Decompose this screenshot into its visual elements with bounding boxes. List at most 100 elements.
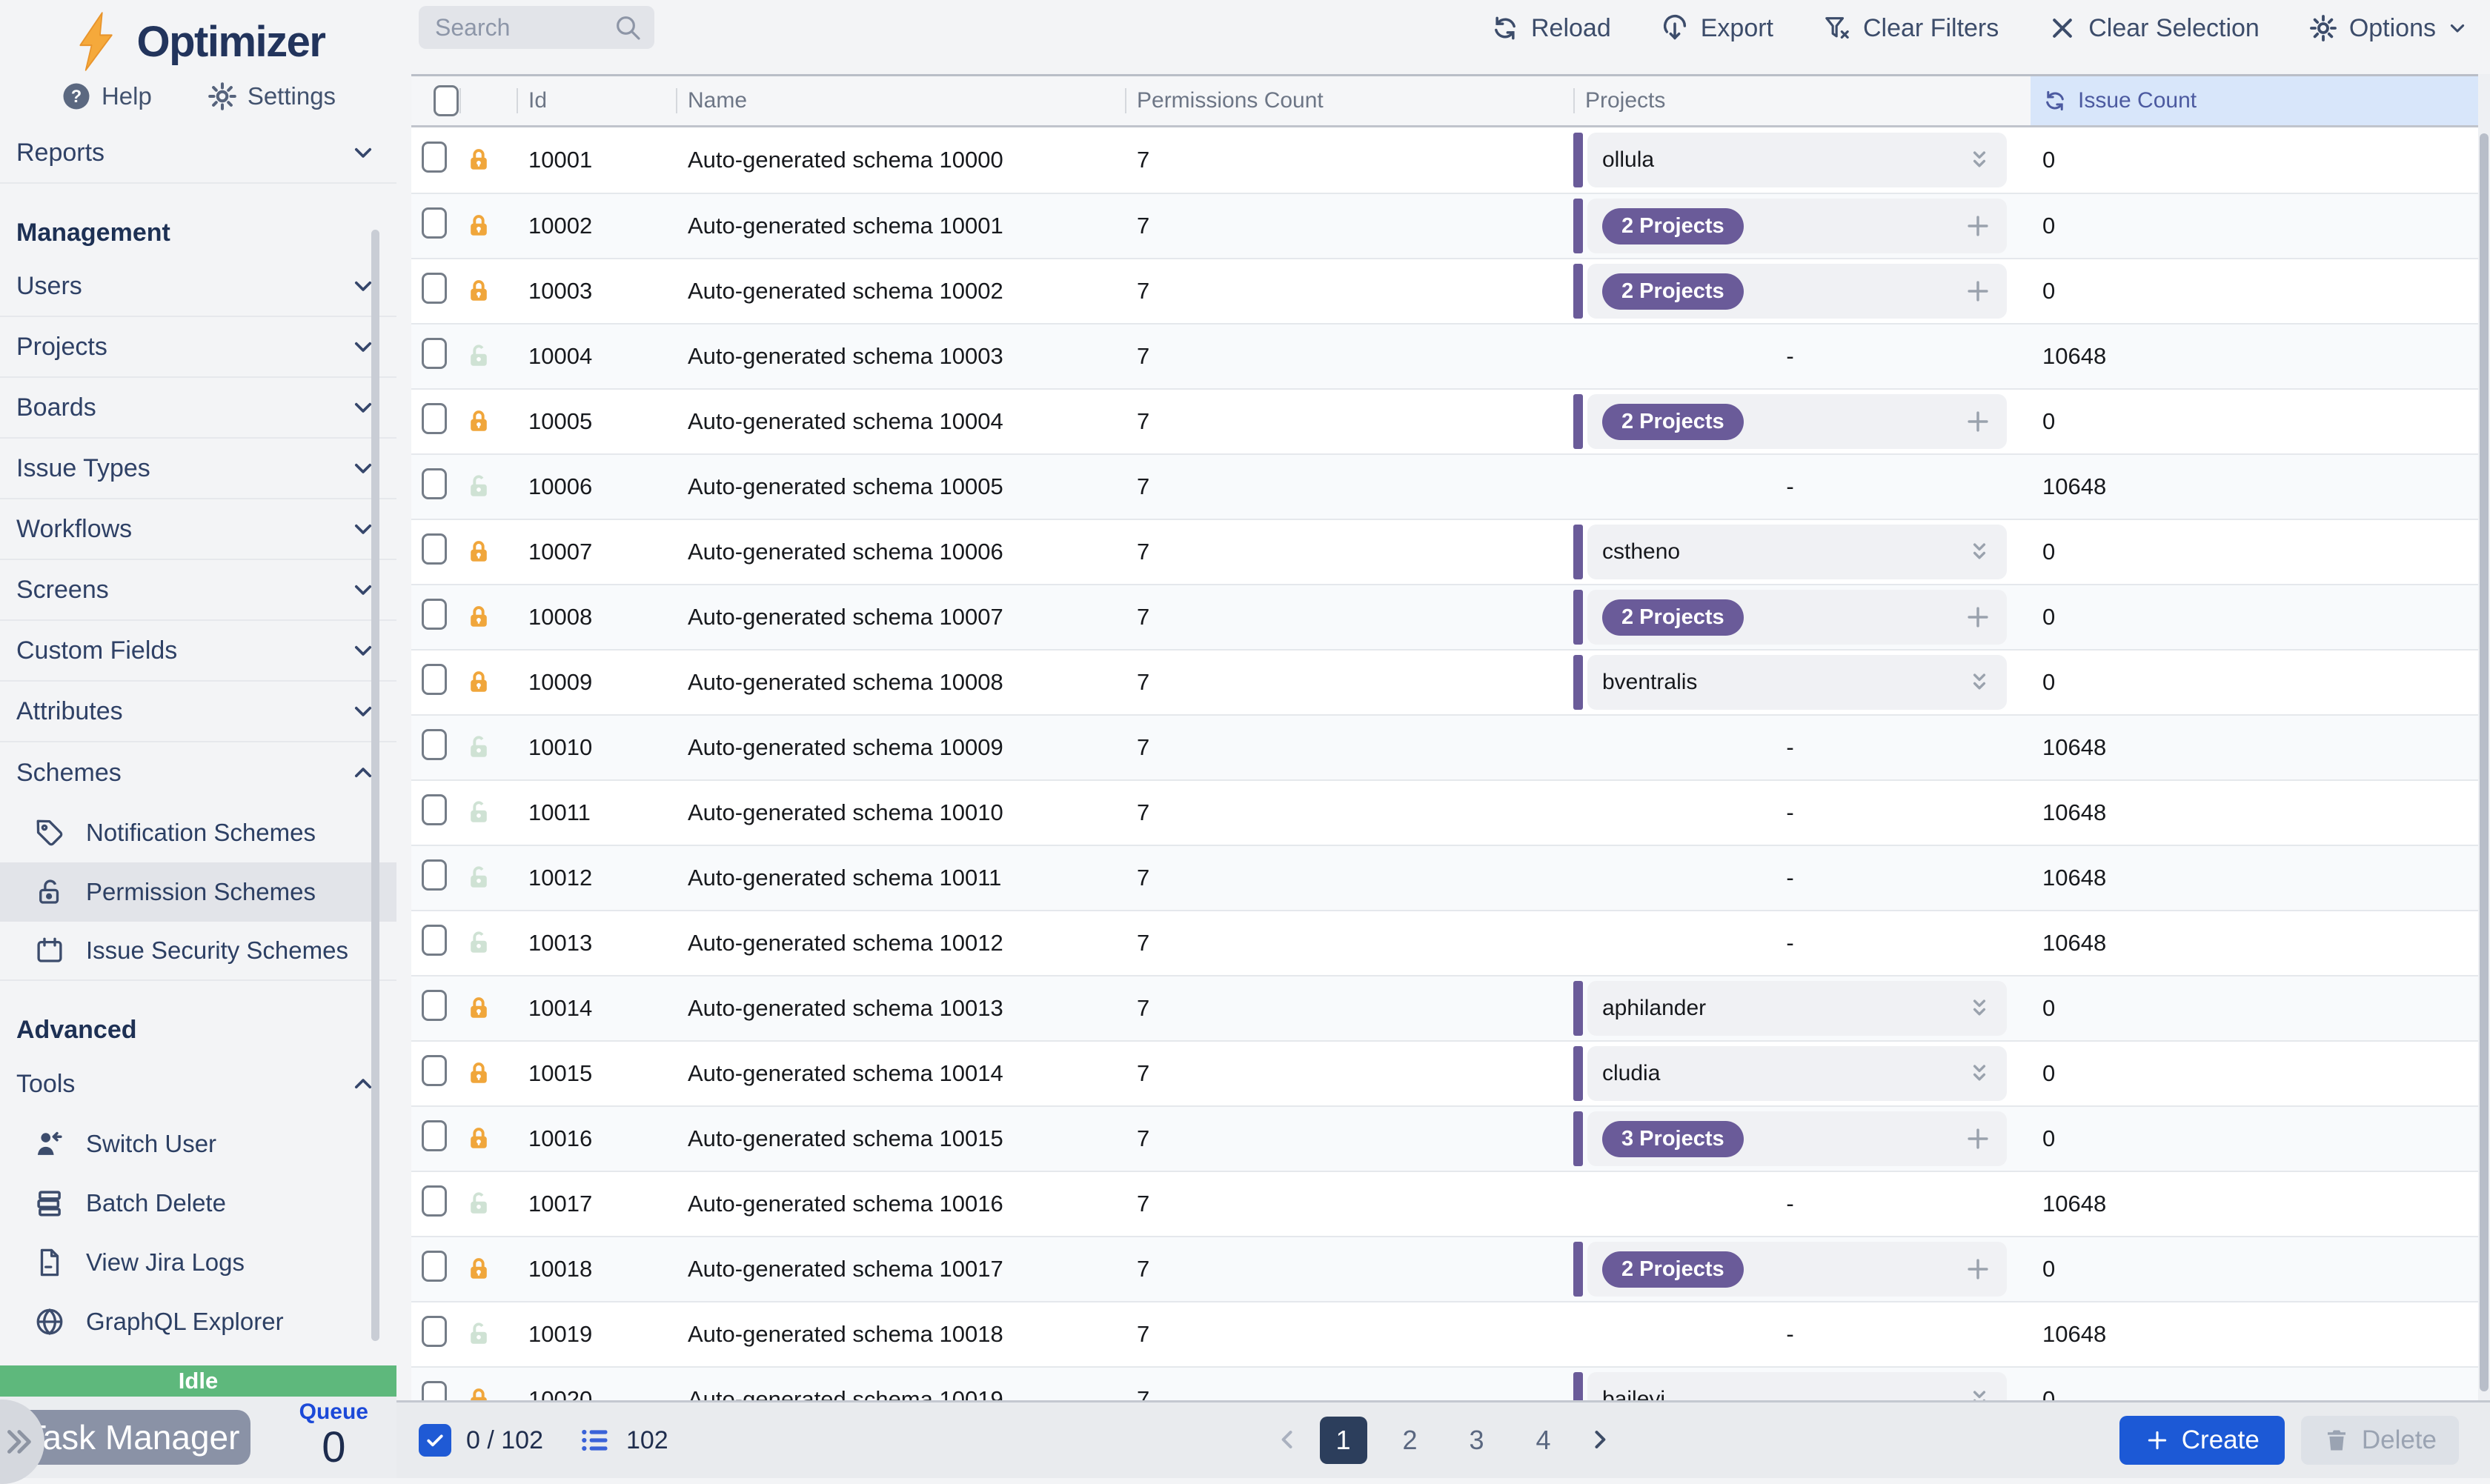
sidebar-item-view-jira-logs[interactable]: View Jira Logs xyxy=(0,1233,396,1292)
row-checkbox[interactable] xyxy=(422,990,447,1021)
header-issue-count[interactable]: Issue Count xyxy=(2031,76,2478,125)
table-row[interactable]: 10011 Auto-generated schema 10010 7 - 10… xyxy=(411,779,2478,845)
projects-count-badge[interactable]: 2 Projects xyxy=(1602,208,1744,244)
options-button[interactable]: Options xyxy=(2308,13,2468,43)
sidebar-item-users[interactable]: Users xyxy=(0,256,396,317)
row-checkbox[interactable] xyxy=(422,403,447,434)
row-checkbox[interactable] xyxy=(422,142,447,173)
sidebar-scrollbar[interactable] xyxy=(371,230,379,1341)
table-row[interactable]: 10020 Auto-generated schema 10019 7 bail… xyxy=(411,1366,2478,1400)
row-checkbox[interactable] xyxy=(422,1120,447,1151)
table-row[interactable]: 10010 Auto-generated schema 10009 7 - 10… xyxy=(411,714,2478,779)
table-row[interactable]: 10017 Auto-generated schema 10016 7 - 10… xyxy=(411,1171,2478,1236)
add-project-icon[interactable] xyxy=(1964,277,1992,305)
table-row[interactable]: 10019 Auto-generated schema 10018 7 - 10… xyxy=(411,1301,2478,1366)
add-project-icon[interactable] xyxy=(1964,212,1992,240)
row-checkbox[interactable] xyxy=(422,1055,447,1086)
add-project-icon[interactable] xyxy=(1964,407,1992,436)
clear-selection-button[interactable]: Clear Selection xyxy=(2048,13,2260,43)
row-checkbox[interactable] xyxy=(422,1316,447,1347)
sidebar-item-screens[interactable]: Screens xyxy=(0,560,396,621)
create-button[interactable]: Create xyxy=(2119,1416,2285,1465)
table-row[interactable]: 10005 Auto-generated schema 10004 7 2 Pr… xyxy=(411,388,2478,453)
table-scrollbar[interactable] xyxy=(2478,74,2490,1400)
row-checkbox[interactable] xyxy=(422,925,447,956)
sidebar-item-projects[interactable]: Projects xyxy=(0,317,396,378)
add-project-icon[interactable] xyxy=(1964,1255,1992,1283)
table-row[interactable]: 10008 Auto-generated schema 10007 7 2 Pr… xyxy=(411,584,2478,649)
table-row[interactable]: 10006 Auto-generated schema 10005 7 - 10… xyxy=(411,453,2478,519)
search-input[interactable] xyxy=(419,14,613,41)
table-row[interactable]: 10002 Auto-generated schema 10001 7 2 Pr… xyxy=(411,193,2478,258)
projects-count-badge[interactable]: 2 Projects xyxy=(1602,599,1744,636)
select-all-checkbox[interactable] xyxy=(434,85,459,116)
table-row[interactable]: 10018 Auto-generated schema 10017 7 2 Pr… xyxy=(411,1236,2478,1301)
sidebar-item-reports[interactable]: Reports xyxy=(0,123,396,184)
row-checkbox[interactable] xyxy=(422,273,447,304)
selected-checkbox-icon[interactable] xyxy=(419,1424,451,1457)
previous-page-button[interactable] xyxy=(1275,1427,1301,1454)
search-box[interactable] xyxy=(419,6,654,49)
projects-count-badge[interactable]: 2 Projects xyxy=(1602,404,1744,440)
sidebar-item-issue-types[interactable]: Issue Types xyxy=(0,439,396,499)
add-project-icon[interactable] xyxy=(1964,603,1992,631)
row-checkbox[interactable] xyxy=(422,207,447,239)
table-scrollbar-thumb[interactable] xyxy=(2480,133,2489,1391)
sidebar-item-permission-schemes[interactable]: Permission Schemes xyxy=(0,862,396,922)
table-row[interactable]: 10007 Auto-generated schema 10006 7 csth… xyxy=(411,519,2478,584)
header-projects[interactable]: Projects xyxy=(1573,76,2031,125)
projects-dropdown[interactable]: ollula xyxy=(1573,133,2007,187)
projects-dropdown[interactable]: bventralis xyxy=(1573,655,2007,710)
row-checkbox[interactable] xyxy=(422,729,447,760)
row-checkbox[interactable] xyxy=(422,1381,447,1400)
sidebar-item-graphql-explorer[interactable]: GraphQL Explorer xyxy=(0,1292,396,1351)
help-button[interactable]: ? Help xyxy=(61,81,152,112)
table-row[interactable]: 10016 Auto-generated schema 10015 7 3 Pr… xyxy=(411,1105,2478,1171)
table-row[interactable]: 10015 Auto-generated schema 10014 7 clud… xyxy=(411,1040,2478,1105)
table-row[interactable]: 10003 Auto-generated schema 10002 7 2 Pr… xyxy=(411,258,2478,323)
sidebar-item-batch-delete[interactable]: Batch Delete xyxy=(0,1174,396,1233)
table-row[interactable]: 10013 Auto-generated schema 10012 7 - 10… xyxy=(411,910,2478,975)
header-name[interactable]: Name xyxy=(676,76,1125,125)
row-checkbox[interactable] xyxy=(422,468,447,499)
row-checkbox[interactable] xyxy=(422,599,447,630)
row-checkbox[interactable] xyxy=(422,1185,447,1217)
header-permissions-count[interactable]: Permissions Count xyxy=(1125,76,1573,125)
projects-dropdown[interactable]: cstheno xyxy=(1573,525,2007,579)
row-checkbox[interactable] xyxy=(422,533,447,565)
task-manager-button[interactable]: Task Manager xyxy=(15,1410,250,1465)
sidebar-item-issue-security-schemes[interactable]: Issue Security Schemes xyxy=(0,922,396,981)
next-page-button[interactable] xyxy=(1587,1427,1612,1454)
sidebar-item-tools[interactable]: Tools xyxy=(0,1054,396,1114)
row-checkbox[interactable] xyxy=(422,859,447,891)
sidebar-item-attributes[interactable]: Attributes xyxy=(0,682,396,742)
projects-dropdown[interactable]: cludia xyxy=(1573,1046,2007,1101)
export-button[interactable]: Export xyxy=(1660,13,1773,43)
header-id[interactable]: Id xyxy=(517,76,676,125)
page-4-button[interactable]: 4 xyxy=(1520,1417,1567,1464)
sidebar-item-schemes[interactable]: Schemes xyxy=(0,742,396,803)
table-row[interactable]: 10004 Auto-generated schema 10003 7 - 10… xyxy=(411,323,2478,388)
row-checkbox[interactable] xyxy=(422,664,447,695)
projects-count-badge[interactable]: 3 Projects xyxy=(1602,1121,1744,1157)
table-row[interactable]: 10012 Auto-generated schema 10011 7 - 10… xyxy=(411,845,2478,910)
row-checkbox[interactable] xyxy=(422,338,447,369)
row-checkbox[interactable] xyxy=(422,1251,447,1282)
sidebar-item-boards[interactable]: Boards xyxy=(0,378,396,439)
sidebar-item-notification-schemes[interactable]: Notification Schemes xyxy=(0,803,396,862)
settings-button[interactable]: Settings xyxy=(207,81,336,112)
projects-count-badge[interactable]: 2 Projects xyxy=(1602,273,1744,310)
row-checkbox[interactable] xyxy=(422,794,447,825)
table-row[interactable]: 10009 Auto-generated schema 10008 7 bven… xyxy=(411,649,2478,714)
projects-dropdown[interactable]: aphilander xyxy=(1573,981,2007,1036)
table-row[interactable]: 10014 Auto-generated schema 10013 7 aphi… xyxy=(411,975,2478,1040)
page-3-button[interactable]: 3 xyxy=(1453,1417,1501,1464)
clear-filters-button[interactable]: Clear Filters xyxy=(1822,13,1999,43)
table-row[interactable]: 10001 Auto-generated schema 10000 7 ollu… xyxy=(411,127,2478,193)
page-2-button[interactable]: 2 xyxy=(1387,1417,1434,1464)
sidebar-item-custom-fields[interactable]: Custom Fields xyxy=(0,621,396,682)
sidebar-item-switch-user[interactable]: Switch User xyxy=(0,1114,396,1174)
page-1-button[interactable]: 1 xyxy=(1320,1417,1367,1464)
projects-dropdown[interactable]: baileyi xyxy=(1573,1372,2007,1400)
sidebar-item-workflows[interactable]: Workflows xyxy=(0,499,396,560)
